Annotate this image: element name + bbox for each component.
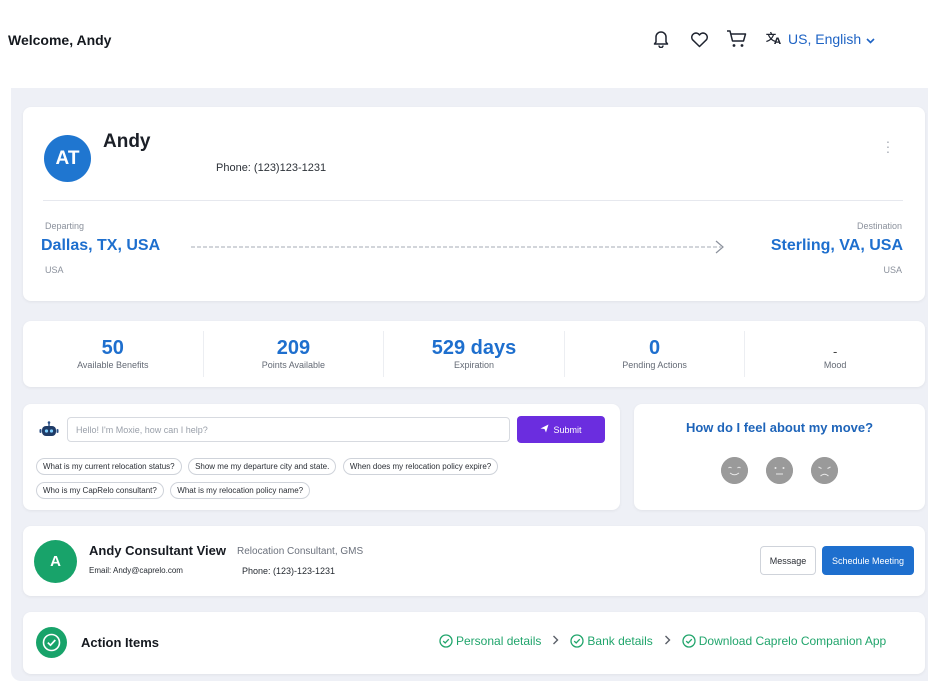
send-icon xyxy=(540,424,549,435)
welcome-title: Welcome, Andy xyxy=(8,32,112,48)
chevron-right-icon xyxy=(664,634,671,648)
chevron-down-icon xyxy=(866,31,875,47)
stat-available-benefits[interactable]: 50 Available Benefits xyxy=(23,331,204,377)
mood-faces xyxy=(634,457,925,484)
action-items-card: Action Items Personal details Bank detai… xyxy=(23,612,925,674)
submit-button[interactable]: Submit xyxy=(517,416,605,443)
step-label: Bank details xyxy=(587,634,653,648)
heart-icon[interactable] xyxy=(688,28,710,50)
stat-value: - xyxy=(833,344,838,359)
happy-face-icon[interactable] xyxy=(721,457,748,484)
top-bar: Welcome, Andy 文A US, English xyxy=(0,0,928,88)
consultant-name: Andy Consultant View xyxy=(89,543,226,558)
profile-phone: Phone: (123)123-1231 xyxy=(216,162,327,174)
stat-value: 529 days xyxy=(431,337,517,359)
consultant-email: Email: Andy@caprelo.com xyxy=(89,566,183,575)
destination-country: USA xyxy=(883,265,902,275)
consultant-phone: Phone: (123)-123-1231 xyxy=(242,566,336,576)
robot-icon xyxy=(39,421,59,436)
suggestion-chip[interactable]: What is my relocation policy name? xyxy=(170,482,311,499)
stat-label: Expiration xyxy=(453,360,494,370)
avatar: AT xyxy=(44,135,91,182)
chevron-right-icon xyxy=(552,634,559,648)
check-circle-icon xyxy=(36,627,67,658)
stat-value: 209 xyxy=(276,337,311,359)
check-icon xyxy=(682,634,696,648)
bell-icon[interactable] xyxy=(650,28,672,50)
departing-label: Departing xyxy=(45,221,85,231)
departing-country: USA xyxy=(45,265,64,275)
check-icon xyxy=(570,634,585,648)
departing-city: Dallas, TX, USA xyxy=(41,237,161,254)
consultant-role: Relocation Consultant, GMS xyxy=(237,546,364,557)
assistant-card: Hello! I'm Moxie, how can I help? Submit… xyxy=(23,404,620,510)
consultant-avatar: A xyxy=(34,540,77,583)
destination-city: Sterling, VA, USA xyxy=(770,237,903,254)
stat-points-available[interactable]: 209 Points Available xyxy=(204,331,385,377)
message-button[interactable]: Message xyxy=(760,546,816,575)
step-download-app[interactable]: Download Caprelo Companion App xyxy=(682,634,886,648)
svg-text:A: A xyxy=(774,37,781,45)
stat-label: Points Available xyxy=(261,360,326,370)
stat-expiration[interactable]: 529 days Expiration xyxy=(384,331,565,377)
stat-label: Mood xyxy=(823,360,847,370)
check-icon xyxy=(439,634,453,648)
route-arrow-icon xyxy=(191,240,724,254)
translate-icon: 文A xyxy=(766,31,782,48)
schedule-meeting-button[interactable]: Schedule Meeting xyxy=(822,546,914,575)
suggestion-chip[interactable]: Who is my CapRelo consultant? xyxy=(36,482,164,499)
stat-mood[interactable]: - Mood xyxy=(745,331,925,377)
top-actions: 文A US, English xyxy=(650,28,875,50)
language-label: US, English xyxy=(788,31,862,47)
step-bank-details[interactable]: Bank details xyxy=(570,634,653,648)
cart-icon[interactable] xyxy=(726,28,748,50)
more-options-icon[interactable]: · · · xyxy=(885,134,891,158)
suggestion-chip[interactable]: What is my current relocation status? xyxy=(36,458,182,475)
profile-card: AT Andy Phone: (123)123-1231 · · · Departi… xyxy=(23,107,925,301)
stat-pending-actions[interactable]: 0 Pending Actions xyxy=(565,331,746,377)
suggestion-chip[interactable]: Show me my departure city and state. xyxy=(188,458,337,475)
step-label: Download Caprelo Companion App xyxy=(698,634,887,648)
stat-label: Pending Actions xyxy=(622,360,687,370)
action-items-title: Action Items xyxy=(81,635,160,650)
stat-label: Available Benefits xyxy=(77,360,149,370)
submit-label: Submit xyxy=(553,424,582,435)
stats-bar: 50 Available Benefits 209 Points Availab… xyxy=(23,321,925,387)
suggestion-chips: What is my current relocation status? Sh… xyxy=(36,456,606,504)
mood-card: How do I feel about my move? xyxy=(634,404,925,510)
language-selector[interactable]: 文A US, English xyxy=(766,31,875,48)
step-label: Personal details xyxy=(456,634,542,648)
sad-face-icon[interactable] xyxy=(811,457,838,484)
suggestion-chip[interactable]: When does my relocation policy expire? xyxy=(342,458,499,475)
profile-name: Andy xyxy=(103,131,151,152)
stat-value: 50 xyxy=(101,337,124,359)
stat-value: 0 xyxy=(649,337,661,359)
consultant-card: A Andy Consultant View Relocation Consul… xyxy=(23,526,925,596)
destination-label: Destination xyxy=(856,221,902,231)
divider xyxy=(43,200,903,201)
mood-title: How do I feel about my move? xyxy=(685,420,874,435)
chat-input[interactable]: Hello! I'm Moxie, how can I help? xyxy=(67,417,510,442)
action-steps: Personal details Bank details Download C… xyxy=(439,634,886,648)
step-personal-details[interactable]: Personal details xyxy=(439,634,541,648)
neutral-face-icon[interactable] xyxy=(766,457,793,484)
